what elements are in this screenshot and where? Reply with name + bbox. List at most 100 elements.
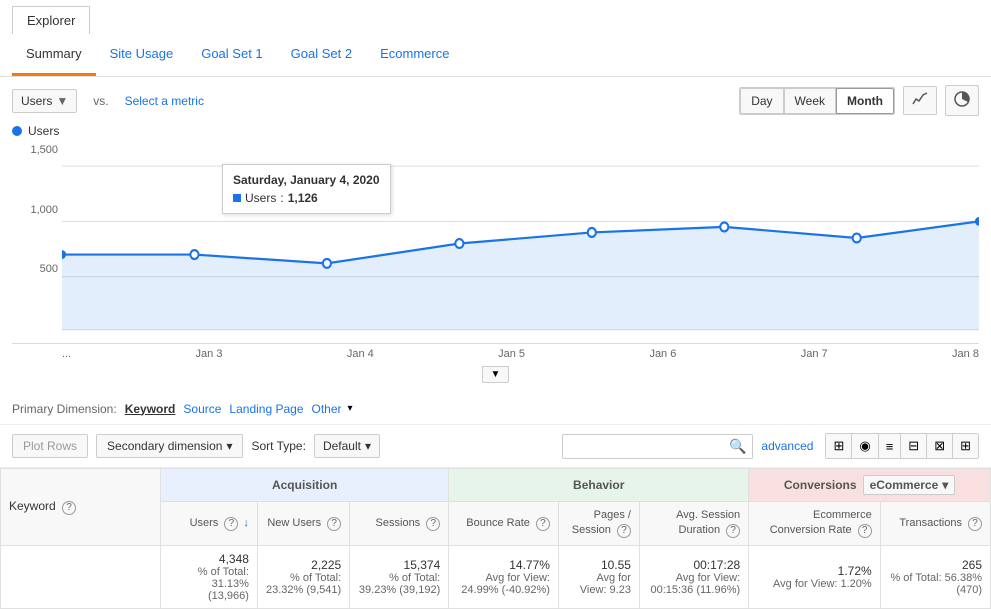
y-label-1500: 1,500 bbox=[30, 144, 58, 156]
totals-transactions-pct: % of Total: 56.38% (470) bbox=[889, 572, 982, 596]
toolbar-right: Day Week Month bbox=[739, 85, 979, 116]
search-box: 🔍 bbox=[562, 434, 753, 459]
avg-session-help-icon[interactable]: ? bbox=[726, 524, 740, 538]
chart-container: 1,500 1,000 500 Saturday, January 4, 202… bbox=[12, 144, 979, 344]
tab-goal-set-1[interactable]: Goal Set 1 bbox=[187, 34, 276, 76]
tab-goal-set-2[interactable]: Goal Set 2 bbox=[277, 34, 366, 76]
x-axis: ... Jan 3 Jan 4 Jan 5 Jan 6 Jan 7 Jan 8 bbox=[12, 344, 979, 364]
day-button[interactable]: Day bbox=[740, 88, 783, 114]
metric-select-value: Users bbox=[21, 94, 52, 108]
primary-dim-label: Primary Dimension: bbox=[12, 402, 117, 416]
pivot-view-btn[interactable]: ⊟ bbox=[901, 434, 927, 458]
pages-session-col-header: Pages / Session ? bbox=[558, 502, 639, 546]
transactions-help-icon[interactable]: ? bbox=[968, 517, 982, 531]
new-users-help-icon[interactable]: ? bbox=[327, 517, 341, 531]
legend-dot bbox=[12, 126, 22, 136]
month-button[interactable]: Month bbox=[836, 88, 894, 114]
bar-view-btn[interactable]: ≡ bbox=[879, 434, 902, 458]
sessions-help-icon[interactable]: ? bbox=[426, 517, 440, 531]
dim-source-link[interactable]: Source bbox=[183, 402, 221, 416]
tab-site-usage[interactable]: Site Usage bbox=[96, 34, 188, 76]
table-toolbar: Plot Rows Secondary dimension ▾ Sort Typ… bbox=[0, 425, 991, 468]
totals-keyword-cell bbox=[1, 545, 161, 608]
users-help-icon[interactable]: ? bbox=[224, 517, 238, 531]
totals-transactions: 265 % of Total: 56.38% (470) bbox=[880, 545, 990, 608]
advanced-link[interactable]: advanced bbox=[761, 439, 813, 453]
dim-other-link[interactable]: Other bbox=[312, 402, 342, 416]
pie-view-btn[interactable]: ◉ bbox=[852, 434, 878, 458]
expand-chart-button[interactable]: ▼ bbox=[482, 366, 510, 383]
sessions-col-header: Sessions ? bbox=[350, 502, 449, 546]
tooltip-date: Saturday, January 4, 2020 bbox=[233, 173, 380, 187]
plot-rows-button[interactable]: Plot Rows bbox=[12, 434, 88, 458]
avg-session-col-header: Avg. Session Duration ? bbox=[639, 502, 748, 546]
ecommerce-rate-col-header: Ecommerce Conversion Rate ? bbox=[749, 502, 881, 546]
pages-session-help-icon[interactable]: ? bbox=[617, 524, 631, 538]
totals-row: 4,348 % of Total: 31.13% (13,966) 2,225 … bbox=[1, 545, 991, 608]
totals-new-users-pct: % of Total: 23.32% (9,541) bbox=[266, 572, 341, 596]
keyword-help-icon[interactable]: ? bbox=[62, 501, 76, 515]
data-table: Keyword ? Acquisition Behavior Conversio… bbox=[0, 468, 991, 609]
conversions-header: Conversions eCommerce ▾ bbox=[749, 469, 991, 502]
x-label-jan6: Jan 6 bbox=[649, 348, 676, 360]
totals-avg-session-avg: Avg for View: 00:15:36 (11.96%) bbox=[648, 572, 740, 596]
legend-label: Users bbox=[28, 124, 59, 138]
transactions-col-header: Transactions ? bbox=[880, 502, 990, 546]
tab-summary[interactable]: Summary bbox=[12, 34, 96, 76]
totals-avg-session: 00:17:28 Avg for View: 00:15:36 (11.96%) bbox=[639, 545, 748, 608]
y-label-1000: 1,000 bbox=[30, 204, 58, 216]
vs-label: vs. bbox=[93, 94, 108, 108]
grid-view-btn[interactable]: ⊞ bbox=[826, 434, 852, 458]
line-chart-icon-btn[interactable] bbox=[903, 86, 937, 115]
pie-chart-icon bbox=[954, 91, 970, 107]
ecommerce-arrow: ▾ bbox=[942, 478, 948, 492]
totals-sessions: 15,374 % of Total: 39.23% (39,192) bbox=[350, 545, 449, 608]
x-label-0: ... bbox=[62, 348, 71, 360]
sort-default-label: Default bbox=[323, 439, 361, 453]
dim-keyword-link[interactable]: Keyword bbox=[125, 402, 176, 416]
select-metric-link[interactable]: Select a metric bbox=[125, 94, 204, 108]
totals-users: 4,348 % of Total: 31.13% (13,966) bbox=[161, 545, 258, 608]
x-label-jan7: Jan 7 bbox=[801, 348, 828, 360]
week-button[interactable]: Week bbox=[784, 88, 836, 114]
totals-pages-session: 10.55 Avg for View: 9.23 bbox=[558, 545, 639, 608]
explorer-tab[interactable]: Explorer bbox=[12, 6, 90, 34]
metric-select[interactable]: Users ▼ bbox=[12, 89, 77, 113]
search-input[interactable] bbox=[569, 439, 729, 453]
tooltip-metric: Users bbox=[245, 191, 276, 205]
pie-chart-icon-btn[interactable] bbox=[945, 85, 979, 116]
totals-bounce-rate-avg: Avg for View: 24.99% (-40.92%) bbox=[457, 572, 550, 596]
chart-tooltip: Saturday, January 4, 2020 Users: 1,126 bbox=[222, 164, 391, 214]
x-label-jan3: Jan 3 bbox=[196, 348, 223, 360]
x-label-jan8: Jan 8 bbox=[952, 348, 979, 360]
primary-dimension-row: Primary Dimension: Keyword Source Landin… bbox=[0, 393, 991, 425]
users-sort-arrow: ↓ bbox=[243, 517, 249, 529]
search-icon[interactable]: 🔍 bbox=[729, 438, 746, 455]
bounce-rate-help-icon[interactable]: ? bbox=[536, 517, 550, 531]
ecommerce-rate-help-icon[interactable]: ? bbox=[858, 524, 872, 538]
x-label-jan5: Jan 5 bbox=[498, 348, 525, 360]
keyword-header: Keyword ? bbox=[1, 469, 161, 546]
ecommerce-dropdown[interactable]: eCommerce ▾ bbox=[863, 475, 956, 495]
y-axis: 1,500 1,000 500 bbox=[12, 144, 62, 323]
top-nav: Summary Site Usage Goal Set 1 Goal Set 2… bbox=[0, 34, 991, 77]
compare-view-btn[interactable]: ⊠ bbox=[927, 434, 953, 458]
chart-inner: Saturday, January 4, 2020 Users: 1,126 bbox=[62, 144, 979, 343]
sort-type-label: Sort Type: bbox=[251, 439, 305, 453]
dim-landing-page-link[interactable]: Landing Page bbox=[229, 402, 303, 416]
totals-users-pct: % of Total: 31.13% (13,966) bbox=[169, 566, 249, 602]
tab-ecommerce[interactable]: Ecommerce bbox=[366, 34, 463, 76]
line-chart-icon bbox=[912, 92, 928, 106]
sort-type-dropdown[interactable]: Default ▾ bbox=[314, 434, 380, 458]
toolbar-left: Users ▼ vs. Select a metric bbox=[12, 89, 204, 113]
toolbar-row: Users ▼ vs. Select a metric Day Week Mon… bbox=[0, 77, 991, 124]
users-col-header: Users ? ↓ bbox=[161, 502, 258, 546]
secondary-dimension-dropdown[interactable]: Secondary dimension ▾ bbox=[96, 434, 243, 458]
chart-legend: Users bbox=[12, 124, 979, 138]
new-users-col-header: New Users ? bbox=[257, 502, 349, 546]
other-dropdown-arrow[interactable]: ▾ bbox=[344, 401, 357, 416]
tooltip-dot bbox=[233, 194, 241, 202]
secondary-dim-label: Secondary dimension bbox=[107, 439, 222, 453]
chart-svg bbox=[62, 144, 979, 343]
data-view-btn[interactable]: ⊞ bbox=[953, 434, 978, 458]
